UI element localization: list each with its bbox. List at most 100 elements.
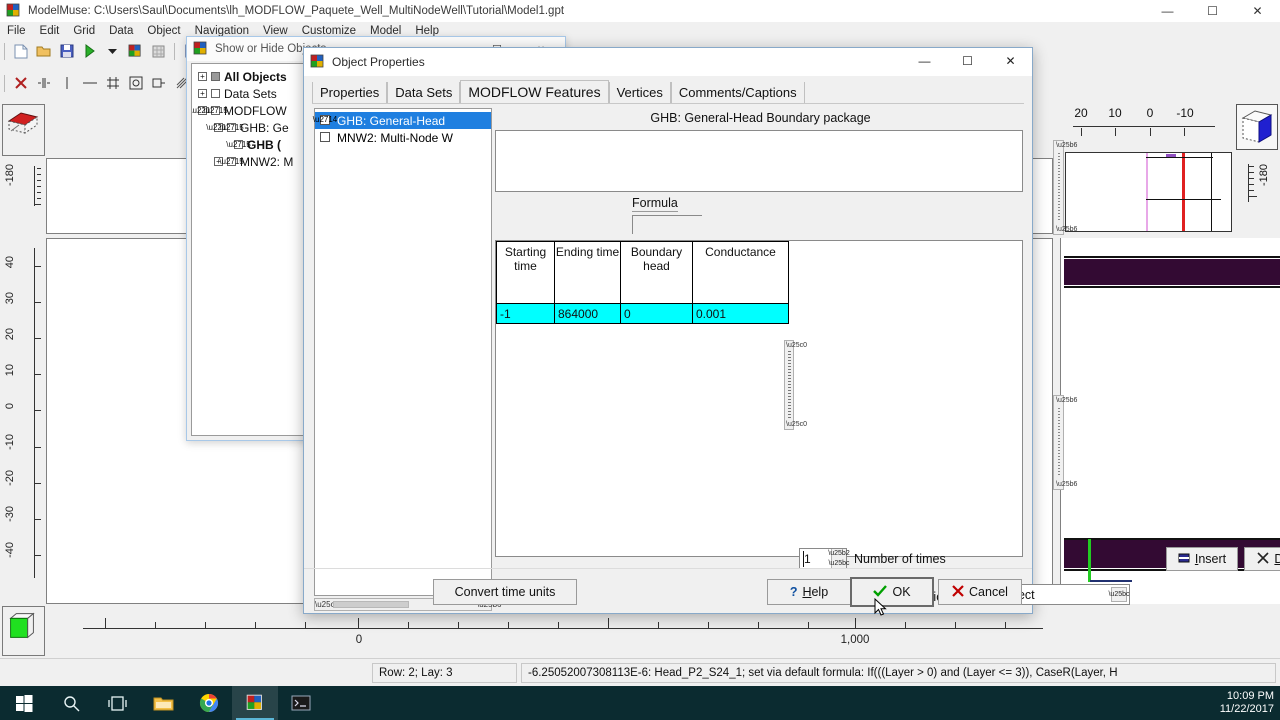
align-icon[interactable] (33, 73, 54, 93)
cube-color-icon[interactable] (125, 41, 146, 61)
grid-vertical-splitter[interactable]: \u25c0 \u25c0 (784, 340, 807, 430)
delete-x-icon[interactable] (10, 73, 31, 93)
stepper-up-button[interactable]: \u25b2 (828, 549, 849, 559)
stepper-buttons[interactable]: \u25b2 \u25bc (828, 549, 850, 569)
modflow-feature-list[interactable]: \u2714 GHB: General-Head MNW2: Multi-Nod… (313, 108, 492, 596)
delete-button[interactable]: Delete (1244, 547, 1280, 571)
formula-zone: Formula (494, 196, 1023, 236)
grid-small-icon[interactable] (148, 41, 169, 61)
vruler-label-30: 30 (4, 292, 16, 305)
tab-vertices[interactable]: Vertices (608, 82, 671, 103)
tab-modflow-features[interactable]: MODFLOW Features (460, 80, 609, 103)
save-icon[interactable] (56, 41, 77, 61)
help-button[interactable]: ? Help (767, 579, 851, 605)
app-maximize-button[interactable]: ☐ (1190, 0, 1235, 22)
tree-checkbox-icon[interactable]: \u2715 (219, 123, 244, 132)
help-label: Help (802, 585, 829, 599)
menu-object[interactable]: Object (140, 22, 187, 40)
grid-icon[interactable] (102, 73, 123, 93)
menu-grid[interactable]: Grid (66, 22, 102, 40)
line-icon[interactable] (56, 73, 77, 93)
stepper-down-button[interactable]: \u25bc (828, 559, 849, 569)
search-icon[interactable] (48, 686, 94, 720)
delete-label: Delete (1274, 552, 1280, 566)
purple-band-upper (1064, 259, 1280, 285)
right-ruler-label-20: 20 (1074, 106, 1088, 120)
menu-data[interactable]: Data (102, 22, 140, 40)
front-view-cube-button[interactable] (2, 606, 45, 656)
column-header-boundary-head[interactable]: Boundary head (620, 241, 693, 304)
tree-expander-icon[interactable]: + (198, 72, 207, 81)
cell-starting-time[interactable]: -1 (496, 303, 555, 324)
new-file-icon[interactable] (10, 41, 31, 61)
insert-button[interactable]: Insert (1166, 547, 1238, 571)
toolbar-separator (174, 42, 175, 60)
menu-edit[interactable]: Edit (33, 22, 67, 40)
column-header-starting-time[interactable]: Starting time (496, 241, 555, 304)
canvas-right-top-view[interactable] (1065, 152, 1232, 232)
tab-comments-captions[interactable]: Comments/Captions (670, 82, 805, 103)
column-header-conductance[interactable]: Conductance (692, 241, 789, 304)
terminal-icon[interactable] (278, 686, 324, 720)
cell-ending-time[interactable]: 864000 (554, 303, 621, 324)
dialog-minimize-button[interactable]: — (903, 48, 946, 74)
measure-icon[interactable] (148, 73, 169, 93)
menu-file[interactable]: File (0, 22, 33, 40)
modelmuse-cube-icon (310, 54, 326, 70)
top-view-cube-button[interactable] (2, 104, 45, 156)
dialog-close-button[interactable]: ✕ (989, 48, 1032, 74)
windows-taskbar: 10:09 PM 11/22/2017 (0, 686, 1280, 720)
status-position: Row: 2; Lay: 3 (372, 662, 517, 683)
tree-checkbox-icon[interactable]: \u2715 (219, 157, 244, 166)
column-header-ending-time[interactable]: Ending time (554, 241, 621, 304)
run-icon[interactable] (79, 41, 100, 61)
dialog-maximize-button[interactable]: ☐ (946, 48, 989, 74)
vertical-scrollbar-main[interactable]: \u25b6 \u25b6 (1053, 395, 1077, 490)
number-of-times-stepper[interactable]: 1 \u25b2 \u25bc (799, 548, 850, 569)
convert-time-units-button[interactable]: Convert time units (433, 579, 577, 605)
file-explorer-icon[interactable] (140, 686, 186, 720)
feature-item-ghb[interactable]: \u2714 GHB: General-Head (313, 112, 491, 129)
tree-node-label: MNW2: M (240, 154, 294, 169)
time-data-grid[interactable]: Starting time Ending time Boundary head … (495, 240, 1023, 557)
taskbar-clock[interactable]: 10:09 PM 11/22/2017 (1220, 686, 1274, 720)
box-icon[interactable] (125, 73, 146, 93)
tree-expander-icon[interactable]: + (198, 89, 207, 98)
chevron-down-icon[interactable]: \u25bc (1108, 587, 1130, 602)
app-close-button[interactable]: ✕ (1235, 0, 1280, 22)
task-view-icon[interactable] (94, 686, 140, 720)
tree-checkbox-icon[interactable]: \u2715 (203, 106, 228, 115)
tree-checkbox-icon[interactable] (211, 89, 220, 98)
package-description-box[interactable] (495, 130, 1023, 192)
vruler-top-label: -180 (4, 164, 16, 187)
cancel-button[interactable]: Cancel (938, 579, 1022, 605)
cell-boundary-head[interactable]: 0 (620, 303, 693, 324)
minus-icon[interactable] (79, 73, 100, 93)
ok-button[interactable]: OK (850, 577, 934, 607)
open-folder-icon[interactable] (33, 41, 54, 61)
vruler-line (34, 248, 35, 578)
chrome-icon[interactable] (186, 686, 232, 720)
tree-checkbox-icon[interactable] (211, 72, 220, 81)
tree-checkbox-icon[interactable]: \u2715 (226, 140, 251, 149)
tab-data-sets[interactable]: Data Sets (387, 82, 461, 103)
insert-icon (1178, 552, 1190, 567)
start-windows-icon[interactable] (0, 686, 48, 720)
toolbar-separator (4, 42, 5, 60)
right-ruler-label-10: 10 (1108, 106, 1122, 120)
app-minimize-button[interactable]: — (1145, 0, 1190, 22)
dropdown-arrow-icon[interactable] (102, 41, 123, 61)
modelmuse-icon[interactable] (232, 686, 278, 720)
feature-item-mnw2[interactable]: MNW2: Multi-Node W (315, 129, 491, 146)
tree-node-label: Data Sets (224, 86, 277, 101)
tab-properties[interactable]: Properties (312, 82, 388, 103)
feature-checkbox-mnw2[interactable] (320, 132, 330, 142)
cell-conductance[interactable]: 0.001 (692, 303, 789, 324)
formula-input[interactable] (632, 215, 702, 234)
vruler-line (34, 166, 35, 206)
table-row[interactable]: -1 864000 0 0.001 (496, 303, 789, 324)
side-view-cube-button[interactable] (1236, 104, 1278, 150)
vertical-scrollbar-top[interactable]: \u25b6 \u25b6 (1053, 140, 1077, 235)
hruler-line (83, 628, 1043, 629)
feature-checkbox-ghb[interactable]: \u2714 (313, 115, 337, 125)
